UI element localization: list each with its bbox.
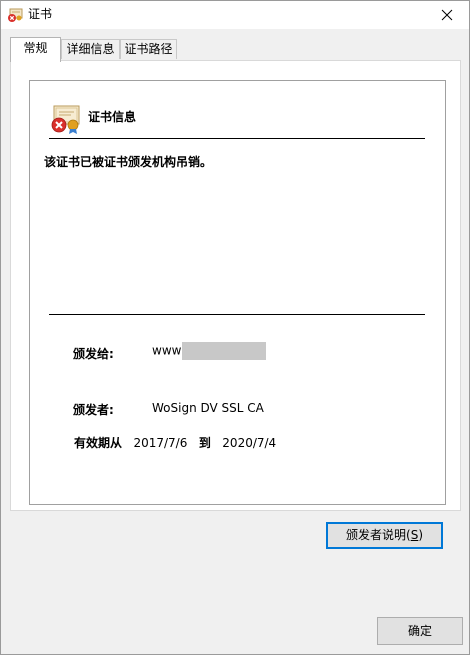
ok-button[interactable]: 确定 xyxy=(377,617,463,645)
redacted-block xyxy=(182,342,267,360)
issuer-statement-button[interactable]: 颁发者说明(S) xyxy=(326,522,443,549)
issuer-statement-paren: ) xyxy=(418,528,423,542)
title-bar[interactable]: 证书 xyxy=(1,1,469,29)
certificate-info-title: 证书信息 xyxy=(88,110,137,124)
general-tab-panel: 证书信息 该证书已被证书颁发机构吊销。 颁发给: www 颁发者: WoSign… xyxy=(10,60,461,511)
certificate-dialog: 证书 常规 详细信息 证书路径 证书信息 该证书已被证书颁发机构吊销。 颁发给:… xyxy=(0,0,470,655)
issued-by-value: WoSign DV SSL CA xyxy=(152,401,264,415)
validity-label: 有效期从 xyxy=(74,436,123,450)
certificate-error-icon xyxy=(7,7,23,23)
tab-general[interactable]: 常规 xyxy=(10,37,61,62)
window-title: 证书 xyxy=(28,7,53,21)
issued-to-label: 颁发给: xyxy=(73,347,114,361)
valid-from-date: 2017/7/6 xyxy=(133,436,188,450)
close-button[interactable] xyxy=(425,1,469,29)
issued-by-label: 颁发者: xyxy=(73,403,114,417)
divider xyxy=(49,314,425,315)
validity-to-label: 到 xyxy=(198,436,211,450)
issued-to-value: www xyxy=(152,342,267,360)
tab-details[interactable]: 详细信息 xyxy=(61,39,120,59)
valid-to-date: 2020/7/4 xyxy=(222,436,277,450)
tab-certification-path[interactable]: 证书路径 xyxy=(120,39,177,59)
validity-period: 有效期从 2017/7/6 到 2020/7/4 xyxy=(74,434,276,451)
divider xyxy=(49,138,425,139)
certificate-error-icon xyxy=(49,103,81,135)
issued-to-text: www xyxy=(152,343,182,358)
certificate-info-box: 证书信息 该证书已被证书颁发机构吊销。 颁发给: www 颁发者: WoSign… xyxy=(29,80,446,505)
issuer-statement-label: 颁发者说明( xyxy=(346,528,411,542)
revocation-status-message: 该证书已被证书颁发机构吊销。 xyxy=(44,155,213,169)
close-icon xyxy=(441,9,453,21)
